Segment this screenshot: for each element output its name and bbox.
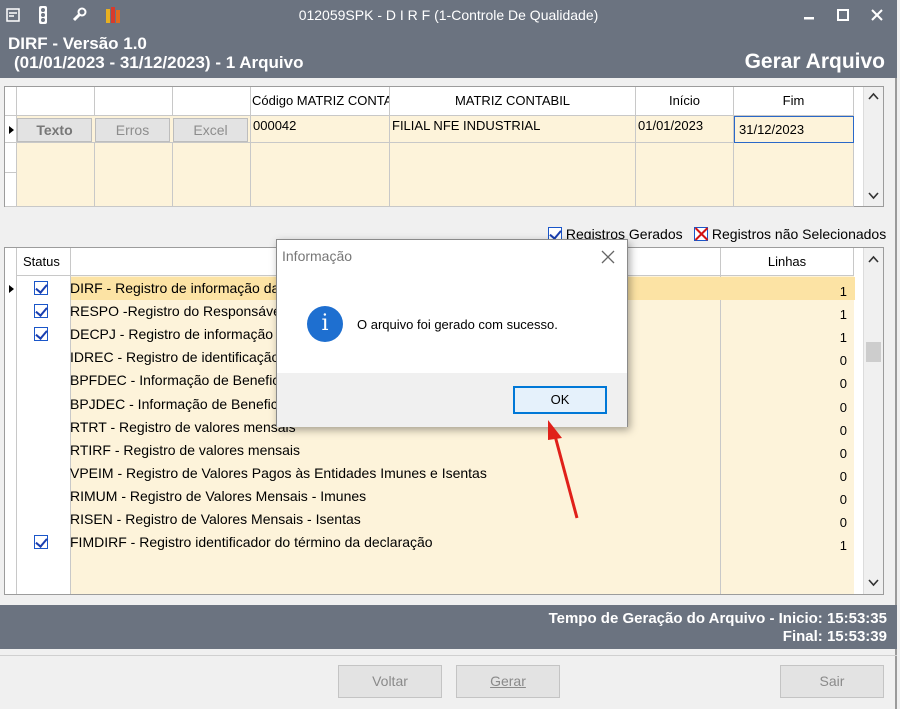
- empty-cell: [390, 143, 636, 207]
- dialog-title: Informação: [282, 248, 353, 264]
- grid-header-blank-1: [17, 87, 95, 116]
- record-description[interactable]: FIMDIRF - Registro identificador do térm…: [70, 531, 718, 554]
- cell-matriz[interactable]: FILIAL NFE INDUSTRIAL: [390, 116, 636, 143]
- info-dialog: Informação i O arquivo foi gerado com su…: [276, 239, 628, 427]
- empty-cell: [17, 143, 95, 207]
- empty-cell: [636, 143, 734, 207]
- maximize-icon[interactable]: [830, 4, 856, 26]
- action-title: Gerar Arquivo: [744, 50, 885, 73]
- legend-nao-selecionados: Registros não Selecionados: [694, 226, 886, 242]
- header-panel: DIRF - Versão 1.0 (01/01/2023 - 31/12/20…: [0, 30, 897, 78]
- record-lines: 1: [839, 330, 847, 345]
- current-row-indicator: [5, 116, 17, 143]
- record-checked-icon[interactable]: [34, 304, 48, 318]
- record-lines: 0: [839, 353, 847, 368]
- version-label: DIRF - Versão 1.0: [8, 34, 147, 53]
- information-icon: i: [307, 306, 343, 342]
- records-scrollbar[interactable]: [863, 248, 883, 594]
- column-header-fim[interactable]: Fim: [734, 87, 854, 116]
- cell-codigo[interactable]: 000042: [251, 116, 390, 143]
- record-description[interactable]: RIMUM - Registro de Valores Mensais - Im…: [70, 485, 718, 508]
- empty-row-indicator: [5, 173, 17, 207]
- record-description[interactable]: VPEIM - Registro de Valores Pagos às Ent…: [70, 462, 718, 485]
- empty-cell: [95, 143, 173, 207]
- empty-cell: [251, 143, 390, 207]
- record-lines: 0: [839, 492, 847, 507]
- excel-button[interactable]: Excel: [173, 118, 248, 142]
- dialog-close-icon[interactable]: [601, 244, 615, 270]
- empty-cell: [734, 143, 854, 207]
- legend-nao-selecionados-label: Registros não Selecionados: [711, 226, 887, 242]
- record-lines: 0: [839, 469, 847, 484]
- cell-inicio[interactable]: 01/01/2023: [636, 116, 734, 143]
- record-lines: 0: [839, 376, 847, 391]
- record-lines: 0: [839, 515, 847, 530]
- record-lines: 1: [839, 284, 847, 299]
- column-header-codigo[interactable]: Código MATRIZ CONTA: [251, 87, 390, 116]
- texto-button[interactable]: Texto: [17, 118, 92, 142]
- empty-row-indicator: [5, 143, 17, 173]
- scroll-up-icon[interactable]: [868, 91, 879, 103]
- record-lines: 1: [839, 538, 847, 553]
- record-lines: 1: [839, 307, 847, 322]
- scroll-down-icon[interactable]: [868, 578, 879, 590]
- lines-header[interactable]: Linhas: [721, 248, 854, 276]
- sair-button[interactable]: Sair: [780, 665, 884, 698]
- main-window: 012059SPK - D I R F (1-Controle De Quali…: [0, 0, 897, 709]
- end-time-label: Final: 15:53:39: [782, 628, 887, 645]
- erros-button[interactable]: Erros: [95, 118, 170, 142]
- current-row-icon: [9, 285, 14, 293]
- unselected-legend-icon: [694, 227, 708, 241]
- divider: [0, 655, 897, 656]
- close-icon[interactable]: [864, 4, 890, 26]
- top-grid-scrollbar[interactable]: [863, 87, 883, 206]
- empty-cell: [173, 143, 251, 207]
- record-lines: 0: [839, 400, 847, 415]
- column-header-matriz[interactable]: MATRIZ CONTABIL: [390, 87, 636, 116]
- cell-fim[interactable]: 31/12/2023: [734, 116, 854, 143]
- grid-header-blank-2: [95, 87, 173, 116]
- record-checked-icon[interactable]: [34, 281, 48, 295]
- record-checked-icon[interactable]: [34, 327, 48, 341]
- voltar-button[interactable]: Voltar: [338, 665, 442, 698]
- grid-header-blank-3: [173, 87, 251, 116]
- period-label: (01/01/2023 - 31/12/2023) - 1 Arquivo: [14, 53, 304, 72]
- scroll-thumb[interactable]: [866, 342, 881, 362]
- record-indicator-column: [5, 248, 17, 594]
- row-indicator-header: [5, 87, 17, 116]
- gerar-button[interactable]: Gerar: [456, 665, 560, 698]
- status-header[interactable]: Status: [17, 248, 71, 276]
- scroll-up-icon[interactable]: [868, 254, 879, 266]
- column-header-inicio[interactable]: Início: [636, 87, 734, 116]
- minimize-icon[interactable]: [796, 4, 822, 26]
- scroll-down-icon[interactable]: [868, 191, 879, 203]
- ok-button[interactable]: OK: [513, 386, 607, 414]
- record-lines: 0: [839, 423, 847, 438]
- file-grid[interactable]: Código MATRIZ CONTA MATRIZ CONTABIL Iníc…: [4, 86, 884, 207]
- generation-time-bar: Tempo de Geração do Arquivo - Inicio: 15…: [0, 605, 897, 649]
- start-time-label: Tempo de Geração do Arquivo - Inicio: 15…: [548, 610, 887, 627]
- annotation-arrow-icon: [548, 420, 579, 519]
- title-bar: 012059SPK - D I R F (1-Controle De Quali…: [0, 0, 897, 30]
- record-lines: 0: [839, 446, 847, 461]
- window-title: 012059SPK - D I R F (1-Controle De Quali…: [298, 7, 599, 23]
- record-checked-icon[interactable]: [34, 535, 48, 549]
- record-description[interactable]: RTIRF - Registro de valores mensais: [70, 439, 718, 462]
- dialog-message: O arquivo foi gerado com sucesso.: [357, 317, 558, 332]
- record-description[interactable]: RISEN - Registro de Valores Mensais - Is…: [70, 508, 718, 531]
